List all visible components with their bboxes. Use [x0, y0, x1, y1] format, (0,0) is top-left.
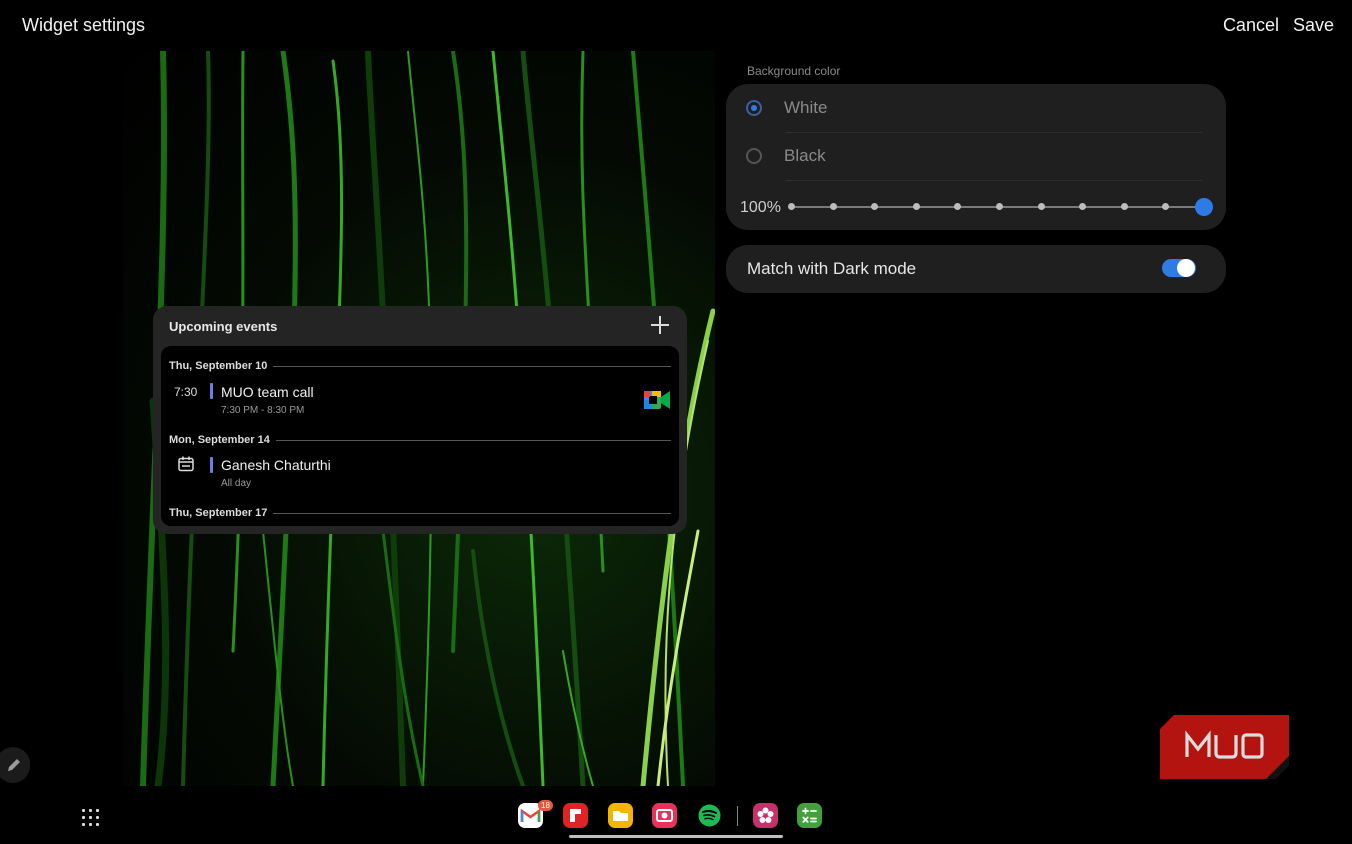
date-header: Thu, September 17 [169, 507, 671, 519]
transparency-slider[interactable] [788, 198, 1213, 216]
option-black[interactable]: Black [746, 132, 1200, 180]
widget-title: Upcoming events [169, 319, 278, 334]
option-black-label: Black [784, 146, 826, 165]
divider [275, 439, 671, 441]
dock-separator [737, 806, 738, 826]
calendar-icon [178, 456, 194, 472]
cancel-button[interactable]: Cancel [1223, 15, 1279, 36]
option-white-label: White [784, 98, 828, 117]
event-subtitle: All day [221, 478, 252, 489]
save-button[interactable]: Save [1293, 15, 1334, 36]
muo-logo [1160, 715, 1289, 779]
files-icon[interactable] [608, 803, 633, 828]
event-title[interactable]: Ganesh Chaturthi [221, 457, 331, 473]
slider-step-dot [1037, 203, 1045, 210]
header-actions: Cancel Save [1223, 15, 1334, 36]
event-subtitle: 7:30 PM - 8:30 PM [221, 405, 305, 416]
toggle-knob [1177, 259, 1195, 277]
radio-white[interactable] [746, 100, 762, 116]
divider [273, 365, 671, 367]
add-event-icon[interactable] [651, 316, 669, 334]
background-color-label: Background color [747, 64, 841, 78]
divider [273, 512, 671, 514]
event-color-bar [210, 457, 213, 473]
page-title: Widget settings [22, 15, 146, 35]
slider-step-dot [829, 203, 837, 210]
radio-black[interactable] [746, 148, 762, 164]
event-time: 7:30 [174, 385, 198, 399]
slider-step-dot [871, 203, 879, 210]
events-list: Thu, September 10 7:30 MUO team call 7:3… [161, 346, 679, 526]
slider-step-dot [1079, 203, 1087, 210]
slider-step-dot [788, 203, 795, 210]
date-header: Thu, September 10 [169, 360, 671, 372]
google-meet-icon[interactable] [644, 389, 670, 411]
camera-icon[interactable] [652, 803, 677, 828]
date-label: Thu, September 17 [169, 507, 268, 519]
slider-step-dot [912, 203, 920, 210]
date-label: Mon, September 14 [169, 434, 270, 446]
slider-step-dot [1162, 203, 1170, 210]
date-label: Thu, September 10 [169, 360, 268, 372]
transparency-value: 100% [740, 199, 781, 216]
pencil-icon [8, 759, 20, 771]
flipboard-icon[interactable] [563, 803, 588, 828]
calculator-icon[interactable] [797, 803, 822, 828]
blossom-icon[interactable] [753, 803, 778, 828]
home-indicator[interactable] [569, 835, 783, 838]
slider-thumb[interactable] [1195, 198, 1213, 216]
spotify-icon[interactable] [697, 803, 722, 828]
apps-grid-icon[interactable] [82, 809, 99, 826]
slider-step-dot [954, 203, 962, 210]
background-color-card: White Black 100% [726, 84, 1226, 230]
event-title[interactable]: MUO team call [221, 384, 314, 400]
date-header: Mon, September 14 [169, 434, 671, 446]
match-dark-mode-toggle[interactable] [1162, 259, 1196, 277]
option-white[interactable]: White [746, 84, 1200, 132]
divider [786, 180, 1202, 181]
slider-step-dot [996, 203, 1003, 210]
edit-button[interactable] [0, 747, 30, 783]
match-dark-mode-card[interactable]: Match with Dark mode [726, 245, 1226, 293]
gmail-badge: 18 [538, 800, 553, 811]
upcoming-events-widget[interactable]: Upcoming events Thu, September 10 7:30 M… [153, 306, 687, 534]
event-color-bar [210, 383, 213, 399]
match-dark-mode-label: Match with Dark mode [747, 259, 917, 278]
slider-step-dot [1120, 203, 1128, 210]
